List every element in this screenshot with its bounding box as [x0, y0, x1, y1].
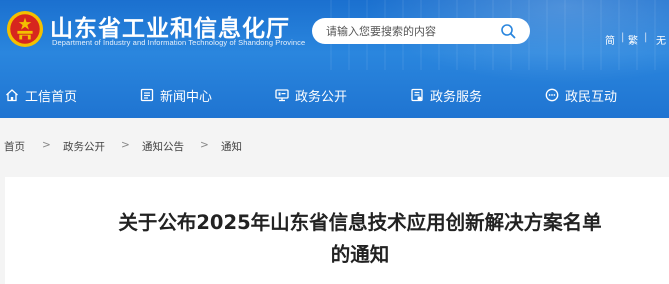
site-header: 山东省工业和信息化厅 Department of Industry and In…	[0, 0, 669, 118]
breadcrumb: 首页 > 政务公开 > 通知公告 > 通知	[0, 136, 669, 156]
national-emblem-icon	[6, 10, 44, 48]
search-input[interactable]	[312, 19, 492, 43]
lang-divider: |	[621, 32, 625, 43]
breadcrumb-separator: >	[121, 139, 130, 151]
site-subtitle: Department of Industry and Information T…	[52, 38, 306, 47]
breadcrumb-notices-link[interactable]: 通知公告	[142, 139, 184, 154]
nav-item-interaction[interactable]: 政民互动	[545, 84, 617, 106]
nav-item-government-affairs[interactable]: 政务公开	[275, 84, 347, 106]
nav-item-label: 政务公开	[295, 89, 348, 105]
breadcrumb-separator: >	[42, 139, 51, 151]
nav-item-label: 新闻中心	[160, 89, 213, 105]
article-title-line: 关于公布2025年山东省信息技术应用创新解决方案名单	[118, 211, 602, 234]
breadcrumb-current: 通知	[221, 141, 242, 153]
main-nav: 工信首页 新闻中心 政务公开 政务服务 政民互动	[0, 78, 669, 110]
breadcrumb-separator: >	[200, 139, 209, 151]
breadcrumb-gov-affairs-link[interactable]: 政务公开	[63, 139, 105, 154]
interaction-icon	[545, 88, 559, 102]
monitor-icon	[275, 89, 289, 102]
nav-item-label: 工信首页	[25, 89, 78, 105]
nav-item-news[interactable]: 新闻中心	[140, 84, 212, 106]
accessibility-link[interactable]: 无	[656, 32, 666, 47]
article-title: 关于公布2025年山东省信息技术应用创新解决方案名单 的通知	[50, 207, 669, 271]
lang-traditional-link[interactable]: 繁	[628, 32, 638, 47]
home-icon	[6, 89, 18, 102]
breadcrumb-home-link[interactable]: 首页	[4, 139, 25, 154]
article-title-line: 的通知	[330, 243, 390, 266]
nav-item-label: 政民互动	[565, 89, 618, 105]
lang-simplified-link[interactable]: 简	[605, 32, 615, 47]
lang-divider: |	[644, 32, 648, 43]
nav-item-label: 政务服务	[430, 89, 483, 105]
news-icon	[140, 88, 154, 102]
nav-item-services[interactable]: 政务服务	[410, 84, 482, 106]
service-icon	[411, 88, 423, 102]
nav-item-home[interactable]: 工信首页	[5, 84, 77, 106]
search-icon[interactable]	[500, 23, 516, 39]
search-box	[312, 18, 530, 44]
